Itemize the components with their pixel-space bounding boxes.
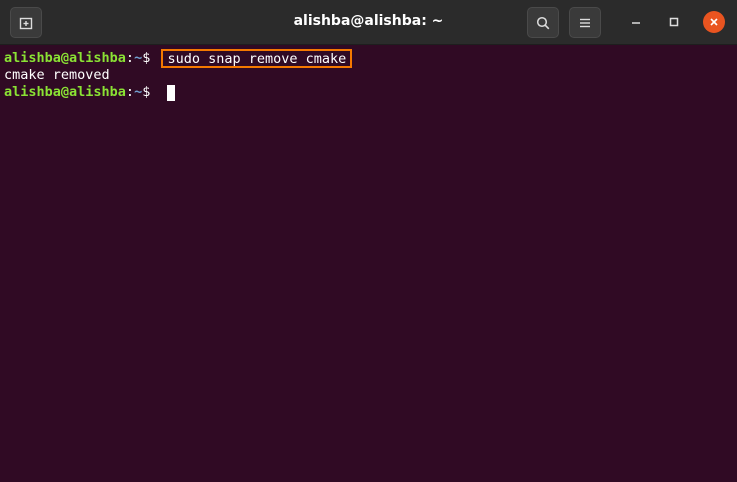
- maximize-icon: [669, 17, 679, 27]
- prompt-symbol: $: [142, 84, 159, 100]
- prompt-symbol: $: [142, 50, 159, 66]
- minimize-button[interactable]: [625, 11, 647, 33]
- terminal-line-prompt: alishba@alishba: ~ $: [4, 84, 737, 101]
- search-icon: [536, 16, 550, 29]
- hamburger-menu-icon: [580, 18, 590, 27]
- close-icon: [710, 18, 718, 26]
- minimize-icon: [632, 22, 640, 24]
- title-bar[interactable]: alishba@alishba: ~: [0, 0, 737, 45]
- text-cursor: [167, 84, 176, 101]
- terminal-line-output: cmake removed: [4, 67, 737, 84]
- prompt-user: alishba@alishba: [4, 50, 126, 66]
- prompt-path: ~: [134, 50, 143, 66]
- highlighted-command: sudo snap remove cmake: [161, 49, 353, 68]
- maximize-button[interactable]: [663, 11, 685, 33]
- search-button[interactable]: [527, 7, 559, 38]
- prompt-separator: :: [125, 50, 135, 66]
- command-output: cmake removed: [4, 67, 110, 83]
- terminal-output-area[interactable]: alishba@alishba: ~ $ sudo snap remove cmak…: [0, 45, 737, 482]
- terminal-window: alishba@alishba: ~ alishba@alishba: ~ $…: [0, 0, 737, 482]
- prompt-user: alishba@alishba: [4, 84, 126, 100]
- menu-button[interactable]: [569, 7, 601, 38]
- prompt-separator: :: [125, 84, 135, 100]
- close-button[interactable]: [703, 11, 725, 33]
- terminal-line-command: alishba@alishba: ~ $ sudo snap remove cmak…: [4, 49, 737, 68]
- prompt-path: ~: [134, 84, 143, 100]
